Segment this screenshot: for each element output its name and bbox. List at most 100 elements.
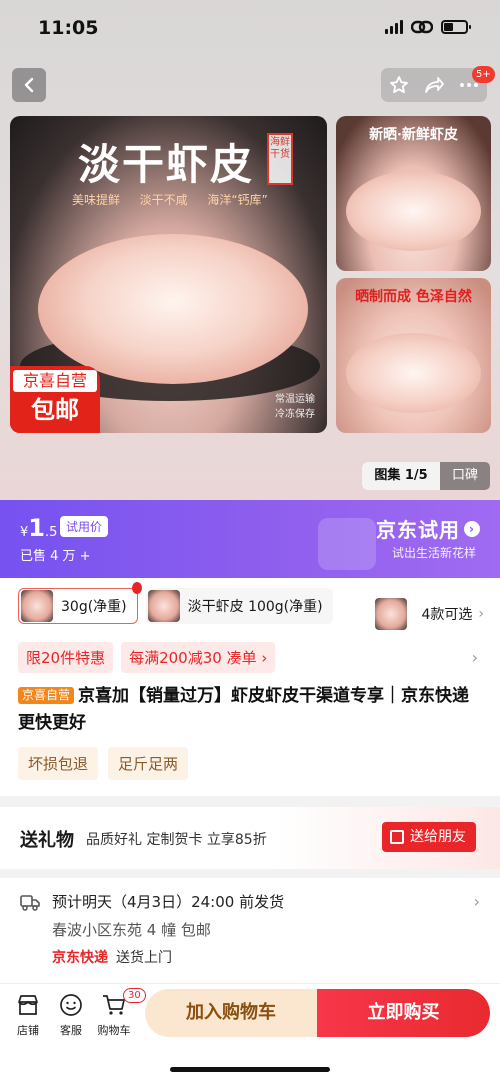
price-integer: 1 [28,514,45,542]
variant-thumbnail [147,590,180,622]
shopping-bag-icon [318,518,376,570]
note-line: 常温运输 [275,394,315,405]
product-title-text: 京喜加【销量过万】虾皮虾皮干渠道专享｜京东快递 更快更好 [18,686,470,733]
shrimp-pile [38,234,308,384]
gift-heading: 送礼物 [20,830,74,851]
more-dots-icon [460,83,479,87]
gift-description: 品质好礼 定制贺卡 立享85折 [86,832,267,848]
image-title: 淡干虾皮 [78,140,255,189]
shipping-carrier: 京东快递 送货上门 [52,947,172,967]
chevron-right-icon[interactable]: › [474,892,480,911]
self-operated-tag: 京喜自营 [18,687,75,704]
service-badge: 坏损包退 [18,747,99,780]
price-decimal: .5 [44,525,58,540]
side-image-caption: 新晒·新鲜虾皮 [369,127,458,143]
badge-free-shipping: 包邮 [31,396,79,424]
home-indicator[interactable] [170,1067,330,1072]
main-product-image[interactable]: 淡干虾皮 海鲜干货 美味提鲜 淡干不咸 海洋“钙库” 京喜自营 包邮 常温运输 … [10,116,327,433]
customer-service-tab[interactable]: 客服 [51,992,91,1038]
chevron-right-icon: › [464,520,480,537]
side-image-caption: 晒制而成 色泽自然 [355,289,472,305]
buy-now-button[interactable]: 立即购买 [317,989,490,1037]
send-to-friend-button[interactable]: 送给朋友 [382,822,476,852]
storage-note: 常温运输 冷冻保存 [275,392,315,422]
chevron-right-icon[interactable]: › [472,648,478,667]
store-tab[interactable]: 店铺 [8,992,48,1038]
system-icons [385,20,471,34]
product-gallery[interactable]: 11:05 5+ 淡干虾皮 海鲜干货 美味提鲜 淡干不咸 海洋“钙库” 京喜自营… [0,0,500,500]
trial-price-tag: 试用价 [60,516,109,537]
status-bar: 11:05 [0,0,500,60]
service-label: 客服 [60,1024,82,1037]
image-tags: 美味提鲜 淡干不咸 海洋“钙库” [72,191,268,208]
delivery-info[interactable]: 预计明天（4月3日）24:00 前发货 春波小区东苑 4 幢 包邮 京东快递 送货… [0,878,500,983]
hot-dot-icon [131,582,142,594]
product-title: 京喜自营 京喜加【销量过万】虾皮虾皮干渠道专享｜京东快递 更快更好 [18,683,488,737]
cart-label: 购物车 [97,1024,131,1037]
cart-tab[interactable]: 30 购物车 [94,988,146,1038]
trial-price: ¥1.5 [20,514,57,542]
message-badge: 5+ [472,66,495,83]
cart-count-badge: 30 [123,988,146,1003]
variant-label: 30g(净重) [61,599,127,615]
service-badge: 足斤足两 [108,747,189,780]
service-badges: 坏损包退 足斤足两 [18,747,189,780]
image-tag: 海洋“钙库” [207,193,268,207]
battery-icon [441,20,471,34]
cart-icon: 30 [101,988,146,1018]
variant-selector: 30g(净重) 淡干虾皮 100g(净重) [18,582,333,624]
chevron-left-icon [24,77,34,93]
shipping-address: 春波小区东苑 4 幢 包邮 [52,921,211,939]
more-variants-button[interactable]: 4款可选 › [373,596,484,632]
shrimp-pile [346,333,481,413]
share-icon [425,77,444,93]
variant-label: 淡干虾皮 100g(净重) [187,599,323,615]
side-image-1[interactable]: 新晒·新鲜虾皮 [336,116,491,271]
self-operated-badge: 京喜自营 包邮 [10,366,100,433]
carrier-name: 京东快递 [52,950,108,966]
variant-more [373,596,415,632]
star-icon [389,76,408,94]
send-to-friend-label: 送给朋友 [410,829,466,845]
badge-top: 京喜自营 [13,370,97,392]
truck-icon [20,895,40,911]
status-time: 11:05 [38,17,99,39]
share-button[interactable] [419,70,449,100]
image-seal: 海鲜干货 [267,133,293,185]
side-image-2[interactable]: 晒制而成 色泽自然 [336,278,491,433]
back-button[interactable] [12,68,46,102]
tab-reviews[interactable]: 口碑 [440,462,490,490]
gift-row[interactable]: 送礼物 品质好礼 定制贺卡 立享85折 送给朋友 [0,807,500,869]
jd-trial-link[interactable]: 京东试用 › [376,514,480,543]
gallery-tabs: 图集 1/5 口碑 [362,462,490,490]
carrier-service: 送货上门 [116,950,172,966]
product-info-card: 30g(净重) 淡干虾皮 100g(净重) 4款可选 › 限20件特惠 每满20… [0,578,500,796]
promo-limited[interactable]: 限20件特惠 [18,642,114,673]
add-to-cart-button[interactable]: 加入购物车 [145,989,317,1037]
cell-signal-icon [385,20,403,34]
trial-price-bar[interactable]: ¥1.5 试用价 已售 4 万 + 京东试用 › 试出生活新花样 [0,500,500,578]
note-line: 冷冻保存 [275,409,315,420]
more-variants-label: 4款可选 [421,607,473,623]
favorite-button[interactable] [384,70,414,100]
promotion-list: 限20件特惠 每满200减30 凑单 › [18,642,276,673]
tab-gallery[interactable]: 图集 1/5 [362,462,440,490]
variant-thumbnail [21,590,53,622]
promo-discount[interactable]: 每满200减30 凑单 › [121,642,276,673]
store-label: 店铺 [17,1024,39,1037]
jd-trial-brand: 京东试用 [376,518,460,542]
chevron-right-icon: › [478,606,484,622]
chat-icon [58,992,84,1018]
shrimp-pile [346,171,481,251]
store-icon [15,992,41,1018]
trial-slogan: 试出生活新花样 [391,546,476,560]
variant-thumbnail [375,598,408,630]
image-tag: 淡干不咸 [139,193,188,207]
link-icon [411,20,433,34]
gift-icon [390,830,404,844]
variant-option-100g[interactable]: 淡干虾皮 100g(净重) [145,588,333,624]
sold-count: 已售 4 万 + [20,549,91,564]
image-tag: 美味提鲜 [72,193,121,207]
shipping-estimate: 预计明天（4月3日）24:00 前发货 [52,893,285,911]
variant-option-30g[interactable]: 30g(净重) [18,582,142,624]
